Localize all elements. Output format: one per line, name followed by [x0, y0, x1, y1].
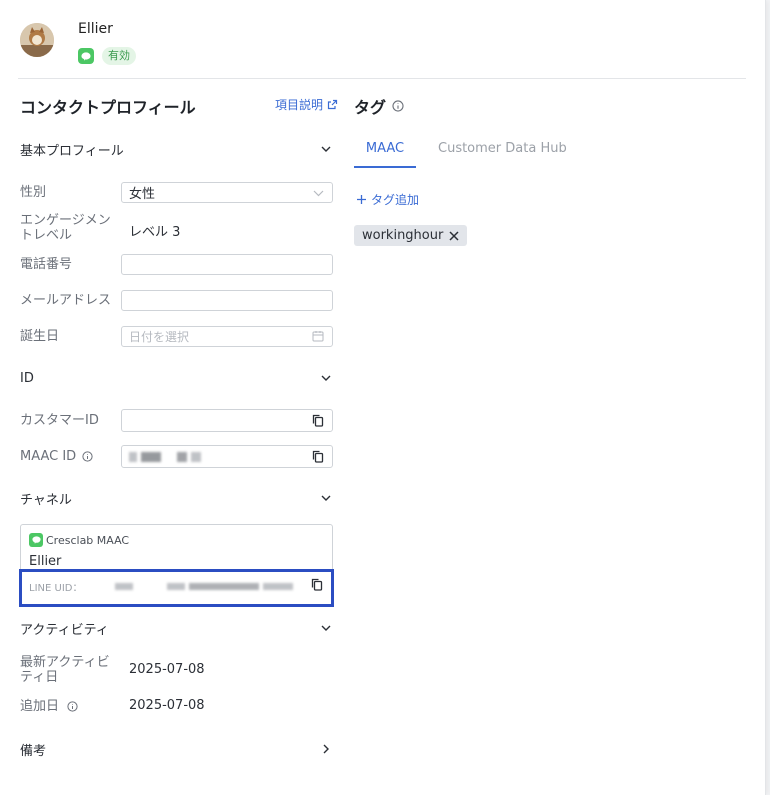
- notes-heading: 備考: [20, 743, 47, 759]
- engagement-label: エンゲージメン トレベル: [20, 213, 111, 243]
- add-tag-button[interactable]: タグ追加: [356, 191, 419, 208]
- line-uid-label: LINE UID：: [29, 583, 83, 594]
- contact-panel: Ellier 有効 コンタクトプロフィール 項目説明 基本プロフィール 性別 女…: [0, 0, 766, 795]
- activity-heading: アクティビティ: [20, 622, 109, 638]
- tab-customer-data-hub[interactable]: Customer Data Hub: [438, 141, 567, 156]
- maac-id-input[interactable]: [121, 445, 333, 468]
- channel-source: Cresclab MAAC: [29, 533, 129, 547]
- latest-activity-label: 最新アクティビ ティ日: [20, 655, 110, 685]
- line-icon: [29, 533, 43, 547]
- copy-icon[interactable]: [312, 450, 324, 467]
- engagement-label-line2: トレベル: [20, 228, 73, 243]
- user-name: Ellier: [78, 21, 113, 37]
- status-badge: 有効: [102, 47, 136, 65]
- tag-chip: workinghour: [354, 225, 468, 246]
- birthday-label: 誕生日: [20, 329, 60, 344]
- phone-label: 電話番号: [20, 257, 73, 272]
- basic-profile-heading: 基本プロフィール: [20, 143, 124, 159]
- latest-activity-label-line2: ティ日: [20, 670, 59, 685]
- gender-value: 女性: [129, 187, 156, 202]
- tags-title: タグ: [354, 98, 387, 117]
- maac-id-label: MAAC ID: [20, 449, 77, 464]
- customer-id-label: カスタマーID: [20, 413, 99, 428]
- channel-source-label: Cresclab MAAC: [46, 533, 130, 547]
- chevron-down-icon: [313, 186, 324, 201]
- tab-maac[interactable]: MAAC: [354, 141, 416, 168]
- info-icon: [67, 701, 78, 712]
- email-input[interactable]: [121, 290, 333, 311]
- activity-toggle[interactable]: アクティビティ: [20, 617, 333, 639]
- birthday-picker[interactable]: 日付を選択: [121, 326, 333, 347]
- channel-user-name: Ellier: [29, 554, 62, 569]
- field-help-link[interactable]: 項目説明: [275, 96, 338, 113]
- latest-activity-label-line1: 最新アクティビ: [20, 655, 110, 670]
- header-divider: [18, 78, 746, 79]
- engagement-label-line1: エンゲージメン: [20, 213, 111, 228]
- chevron-down-icon: [319, 491, 333, 505]
- gender-label: 性別: [20, 185, 47, 200]
- info-icon: [82, 451, 93, 462]
- channel-toggle[interactable]: チャネル: [20, 487, 333, 509]
- line-icon: [78, 48, 94, 64]
- chevron-down-icon: [319, 621, 333, 635]
- add-tag-label: タグ追加: [371, 193, 420, 207]
- email-label: メールアドレス: [20, 293, 112, 308]
- id-toggle[interactable]: ID: [20, 367, 333, 389]
- chevron-right-icon: [319, 742, 333, 756]
- chevron-down-icon: [319, 371, 333, 385]
- tags-title-row: タグ: [354, 94, 404, 118]
- line-uid-redacted: [115, 583, 293, 590]
- info-icon: [392, 100, 404, 112]
- birthday-placeholder: 日付を選択: [129, 330, 190, 344]
- id-heading: ID: [20, 370, 34, 386]
- latest-activity-value: 2025-07-08: [129, 662, 205, 677]
- help-link-label: 項目説明: [275, 98, 324, 112]
- gender-select[interactable]: 女性: [121, 182, 333, 203]
- phone-input[interactable]: [121, 254, 333, 275]
- notes-toggle[interactable]: 備考: [20, 738, 333, 760]
- maac-id-redacted: [129, 451, 201, 462]
- customer-id-input[interactable]: [121, 409, 333, 432]
- avatar: [20, 23, 54, 57]
- profile-title: コンタクトプロフィール: [20, 98, 196, 117]
- tag-label: workinghour: [362, 228, 444, 243]
- copy-icon[interactable]: [312, 414, 324, 431]
- calendar-icon: [312, 330, 324, 346]
- engagement-value: レベル 3: [129, 225, 181, 240]
- plus-icon: [357, 195, 366, 204]
- maac-id-label-row: MAAC ID: [20, 449, 93, 464]
- added-date-label: 追加日: [20, 699, 60, 714]
- line-uid-row: LINE UID：: [19, 569, 334, 607]
- added-date-label-row: 追加日: [20, 699, 78, 714]
- copy-icon[interactable]: [311, 578, 323, 595]
- close-icon[interactable]: [449, 230, 459, 241]
- chevron-down-icon: [319, 142, 333, 156]
- external-link-icon: [327, 99, 338, 110]
- added-date-value: 2025-07-08: [129, 698, 205, 713]
- basic-profile-toggle[interactable]: 基本プロフィール: [20, 138, 333, 160]
- channel-heading: チャネル: [20, 492, 72, 508]
